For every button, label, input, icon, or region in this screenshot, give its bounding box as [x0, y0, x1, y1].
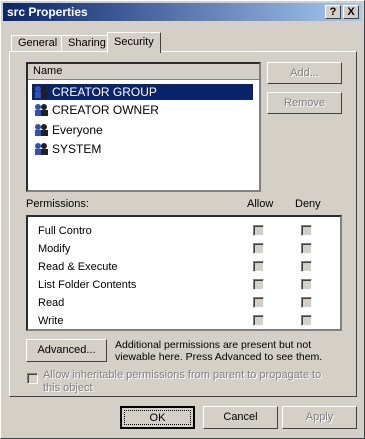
- permission-label: Full Contro: [38, 225, 92, 237]
- users-list[interactable]: Name CREATOR GROUP CREATOR OWNER Everyon…: [26, 62, 261, 192]
- tab-general[interactable]: General: [11, 35, 65, 52]
- cancel-button[interactable]: Cancel: [203, 406, 278, 429]
- tab-security[interactable]: Security: [107, 32, 161, 53]
- permission-label: Write: [38, 315, 64, 327]
- title-bar[interactable]: src Properties ? X: [3, 3, 362, 21]
- deny-read-checkbox[interactable]: [301, 297, 312, 308]
- user-group-icon: [35, 104, 48, 116]
- user-item-creator-group[interactable]: CREATOR GROUP: [32, 84, 253, 100]
- deny-write-checkbox[interactable]: [301, 315, 312, 326]
- permissions-label: Permissions:: [26, 198, 89, 210]
- allow-read-execute-checkbox[interactable]: [253, 261, 264, 272]
- remove-button[interactable]: Remove: [267, 92, 342, 114]
- allow-write-checkbox[interactable]: [253, 315, 264, 326]
- deny-modify-checkbox[interactable]: [301, 243, 312, 254]
- user-group-icon: [35, 86, 48, 98]
- allow-full-control-checkbox[interactable]: [253, 225, 264, 236]
- permission-label: List Folder Contents: [38, 279, 137, 291]
- properties-window: src Properties ? X General Sharing Secur…: [0, 0, 365, 439]
- user-group-icon: [35, 124, 48, 136]
- deny-list-folder-checkbox[interactable]: [301, 279, 312, 290]
- user-item-everyone[interactable]: Everyone: [32, 122, 103, 138]
- user-label: SYSTEM: [52, 142, 102, 156]
- ok-button[interactable]: OK: [120, 406, 195, 429]
- user-label: CREATOR GROUP: [52, 85, 157, 99]
- user-group-icon: [35, 143, 48, 155]
- user-label: Everyone: [52, 123, 103, 137]
- allow-list-folder-checkbox[interactable]: [253, 279, 264, 290]
- user-label: CREATOR OWNER: [52, 103, 159, 117]
- permission-label: Modify: [38, 243, 71, 255]
- close-button[interactable]: X: [343, 5, 359, 19]
- permissions-list: Full Contro Modify Read & Execute List F…: [26, 215, 342, 331]
- advanced-button[interactable]: Advanced...: [26, 339, 107, 362]
- allow-column-label: Allow: [247, 198, 274, 210]
- inherit-permissions-checkbox[interactable]: [27, 373, 38, 384]
- permission-label: Read: [38, 297, 65, 309]
- allow-read-checkbox[interactable]: [253, 297, 264, 308]
- user-item-system[interactable]: SYSTEM: [32, 141, 101, 157]
- help-button[interactable]: ?: [325, 5, 341, 19]
- advanced-note: Additional permissions are present but n…: [115, 339, 323, 363]
- add-button[interactable]: Add...: [267, 62, 342, 84]
- name-column-header[interactable]: Name: [28, 64, 259, 80]
- deny-column-label: Deny: [295, 198, 321, 210]
- deny-full-control-checkbox[interactable]: [301, 225, 312, 236]
- tab-sharing[interactable]: Sharing: [61, 35, 113, 52]
- apply-button[interactable]: Apply: [282, 406, 357, 429]
- window-title: src Properties: [7, 5, 88, 19]
- allow-modify-checkbox[interactable]: [253, 243, 264, 254]
- user-item-creator-owner[interactable]: CREATOR OWNER: [32, 102, 159, 118]
- inherit-permissions-label: Allow inheritable permissions from paren…: [43, 369, 322, 394]
- deny-read-execute-checkbox[interactable]: [301, 261, 312, 272]
- permission-label: Read & Execute: [38, 261, 118, 273]
